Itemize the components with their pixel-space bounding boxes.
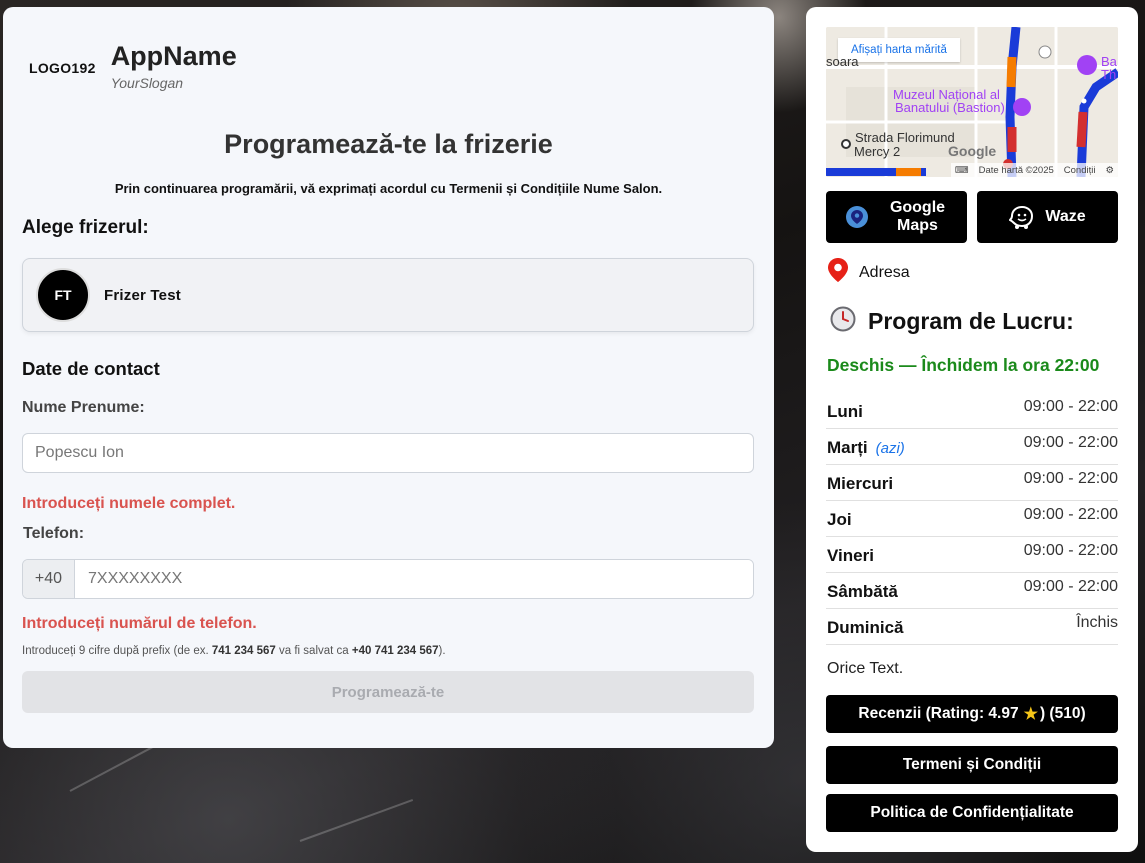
day-name: Duminică xyxy=(827,618,904,637)
day-name: Joi xyxy=(827,510,852,529)
name-label: Nume Prenume: xyxy=(22,399,145,416)
map-label: Th xyxy=(1101,67,1117,82)
consent-text: Prin continuarea programării, vă exprima… xyxy=(114,181,663,196)
hours-title: Program de Lucru: xyxy=(868,308,1074,334)
settings-icon[interactable]: ⚙ xyxy=(1105,165,1114,176)
map-footer: ⌨ Date hartă ©2025 Condiții ⚙ xyxy=(950,163,1118,177)
hours-header: Program de Lucru: xyxy=(830,306,1074,337)
privacy-button[interactable]: Politica de Confidențialitate xyxy=(826,794,1118,832)
waze-icon xyxy=(1009,205,1035,229)
day-hours: 09:00 - 22:00 xyxy=(1023,398,1118,415)
hours-row: Joi 09:00 - 22:00 xyxy=(826,501,1118,537)
day-name: Sâmbătă xyxy=(827,582,898,601)
google-maps-button[interactable]: Google Maps xyxy=(826,191,967,243)
phone-prefix: +40 xyxy=(23,560,75,598)
clock-icon xyxy=(830,306,856,337)
address-label: Adresa xyxy=(859,263,910,281)
day-hours: 09:00 - 22:00 xyxy=(1023,434,1118,451)
page-title: Programează-te la frizerie xyxy=(224,129,553,159)
barber-name: Frizer Test xyxy=(104,286,181,304)
phone-input[interactable] xyxy=(75,560,753,598)
day-name: Marți (azi) xyxy=(827,438,905,457)
app-slogan: YourSlogan xyxy=(110,75,184,91)
barber-avatar: FT xyxy=(36,268,90,322)
hours-row: Marți (azi) 09:00 - 22:00 xyxy=(826,429,1118,465)
hours-row: Vineri 09:00 - 22:00 xyxy=(826,537,1118,573)
map-label: soara xyxy=(826,54,859,69)
reviews-button[interactable]: Recenzii (Rating: 4.97 ★) (510) xyxy=(826,695,1118,733)
hours-row: Duminică Închis xyxy=(826,609,1118,645)
choose-barber-heading: Alege frizerul: xyxy=(22,217,149,238)
hours-row: Luni 09:00 - 22:00 xyxy=(826,393,1118,429)
day-name: Luni xyxy=(827,402,863,421)
map-pin-icon xyxy=(845,206,868,228)
map-data-label: Date hartă ©2025 xyxy=(978,164,1054,176)
terms-button[interactable]: Termeni și Condiții xyxy=(826,746,1118,784)
google-watermark: Google xyxy=(948,143,997,159)
contact-heading: Date de contact xyxy=(22,358,160,379)
map-label: Banatului (Bastion) xyxy=(895,100,1005,115)
phone-label: Telefon: xyxy=(23,525,85,542)
name-error: Introduceți numele complet. xyxy=(22,495,236,512)
google-maps-label: Google Maps xyxy=(889,199,946,234)
hours-table: Luni 09:00 - 22:00 Marți (azi) 09:00 - 22… xyxy=(826,393,1118,645)
address-row[interactable]: Adresa xyxy=(828,258,910,287)
hours-row: Sâmbătă 09:00 - 22:00 xyxy=(826,573,1118,609)
day-hours: 09:00 - 22:00 xyxy=(1023,470,1118,487)
map-label: Mercy 2 xyxy=(854,144,901,159)
location-pin-icon xyxy=(828,258,848,287)
info-sidebar: Afișați harta mărită soara Muzeul Națion… xyxy=(806,7,1138,852)
barber-option[interactable]: FT Frizer Test xyxy=(22,258,754,332)
star-icon: ★ xyxy=(1023,706,1038,723)
waze-label: Waze xyxy=(1045,208,1086,225)
booking-card: LOGO192 AppName YourSlogan Programează-t… xyxy=(3,7,774,748)
name-input[interactable] xyxy=(22,433,754,473)
day-hours: 09:00 - 22:00 xyxy=(1023,506,1118,523)
day-hours: Închis xyxy=(1076,614,1118,631)
custom-text: Orice Text. xyxy=(827,660,904,677)
day-hours: 09:00 - 22:00 xyxy=(1023,542,1118,559)
logo[interactable]: LOGO192 xyxy=(29,60,96,76)
waze-button[interactable]: Waze xyxy=(977,191,1118,243)
today-badge: (azi) xyxy=(875,440,905,457)
day-name: Vineri xyxy=(827,546,874,565)
day-name: Miercuri xyxy=(827,474,894,493)
day-hours: 09:00 - 22:00 xyxy=(1023,578,1118,595)
brand-header: LOGO192 AppName YourSlogan xyxy=(29,41,237,91)
phone-field: +40 xyxy=(22,559,754,599)
phone-error: Introduceți numărul de telefon. xyxy=(22,615,257,632)
keyboard-icon[interactable]: ⌨ xyxy=(955,165,969,176)
open-status: Deschis — Închidem la ora 22:00 xyxy=(827,355,1100,375)
map-terms-link[interactable]: Condiții xyxy=(1064,165,1096,176)
location-map[interactable]: Afișați harta mărită soara Muzeul Națion… xyxy=(826,27,1118,177)
submit-booking-button[interactable]: Programează-te xyxy=(22,671,754,713)
phone-hint: Introduceți 9 cifre după prefix (de ex. … xyxy=(22,645,446,657)
map-label: Strada Florimund xyxy=(855,130,955,145)
hours-row: Miercuri 09:00 - 22:00 xyxy=(826,465,1118,501)
app-name: AppName xyxy=(110,41,237,71)
